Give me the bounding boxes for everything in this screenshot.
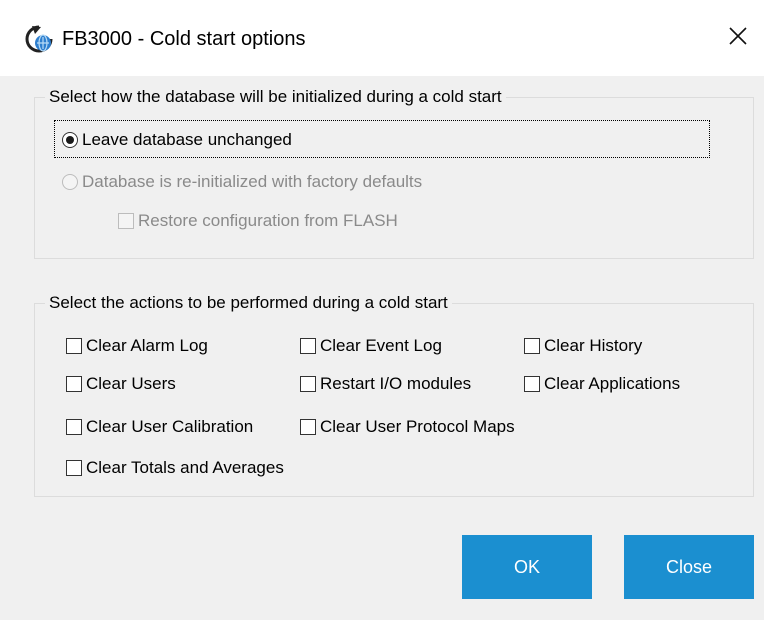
checkbox-label: Clear Totals and Averages — [86, 458, 284, 477]
checkbox-label: Clear User Calibration — [86, 417, 254, 436]
checkbox-clear-totals-averages[interactable]: Clear Totals and Averages — [66, 457, 284, 479]
checkbox-clear-applications[interactable]: Clear Applications — [524, 373, 680, 395]
checkbox-restore-flash-label: Restore configuration from FLASH — [138, 211, 398, 230]
checkbox[interactable] — [66, 376, 82, 392]
checkbox-label: Clear Applications — [544, 374, 681, 393]
checkbox[interactable] — [300, 338, 316, 354]
radio-button[interactable] — [62, 132, 78, 148]
checkbox-restart-io-modules[interactable]: Restart I/O modules — [300, 373, 471, 395]
checkbox[interactable] — [524, 338, 540, 354]
ok-button[interactable]: OK — [462, 535, 592, 599]
checkbox-label: Clear History — [544, 336, 643, 355]
cold-start-dialog: FB3000 - Cold start options Select how t… — [0, 0, 764, 620]
checkbox[interactable] — [118, 213, 134, 229]
radio-button[interactable] — [62, 174, 78, 190]
radio-leave-unchanged[interactable]: Leave database unchanged — [62, 129, 292, 151]
radio-factory-defaults[interactable]: Database is re-initialized with factory … — [62, 171, 422, 193]
checkbox-clear-users[interactable]: Clear Users — [66, 373, 176, 395]
checkbox-label: Clear Event Log — [320, 336, 442, 355]
checkbox-label: Clear User Protocol Maps — [320, 417, 515, 436]
checkbox-label: Clear Users — [86, 374, 176, 393]
radio-factory-defaults-label: Database is re-initialized with factory … — [82, 172, 423, 191]
checkbox-restore-flash[interactable]: Restore configuration from FLASH — [118, 210, 398, 232]
checkbox[interactable] — [66, 419, 82, 435]
checkbox[interactable] — [300, 376, 316, 392]
checkbox-label: Restart I/O modules — [320, 374, 472, 393]
window-title: FB3000 - Cold start options — [62, 28, 306, 50]
checkbox-clear-user-calibration[interactable]: Clear User Calibration — [66, 416, 253, 438]
checkbox[interactable] — [66, 338, 82, 354]
checkbox-clear-event-log[interactable]: Clear Event Log — [300, 335, 442, 357]
checkbox-clear-alarm-log[interactable]: Clear Alarm Log — [66, 335, 208, 357]
cold-start-app-icon — [24, 24, 54, 54]
title-bar: FB3000 - Cold start options — [0, 0, 764, 76]
db-init-legend: Select how the database will be initiali… — [45, 86, 506, 108]
close-icon[interactable] — [716, 14, 760, 58]
checkbox-clear-history[interactable]: Clear History — [524, 335, 642, 357]
checkbox-clear-user-protocol-maps[interactable]: Clear User Protocol Maps — [300, 416, 515, 438]
checkbox-label: Clear Alarm Log — [86, 336, 208, 355]
radio-leave-unchanged-label: Leave database unchanged — [82, 130, 292, 149]
checkbox[interactable] — [66, 460, 82, 476]
close-button[interactable]: Close — [624, 535, 754, 599]
checkbox[interactable] — [300, 419, 316, 435]
checkbox[interactable] — [524, 376, 540, 392]
actions-legend: Select the actions to be performed durin… — [45, 292, 452, 314]
